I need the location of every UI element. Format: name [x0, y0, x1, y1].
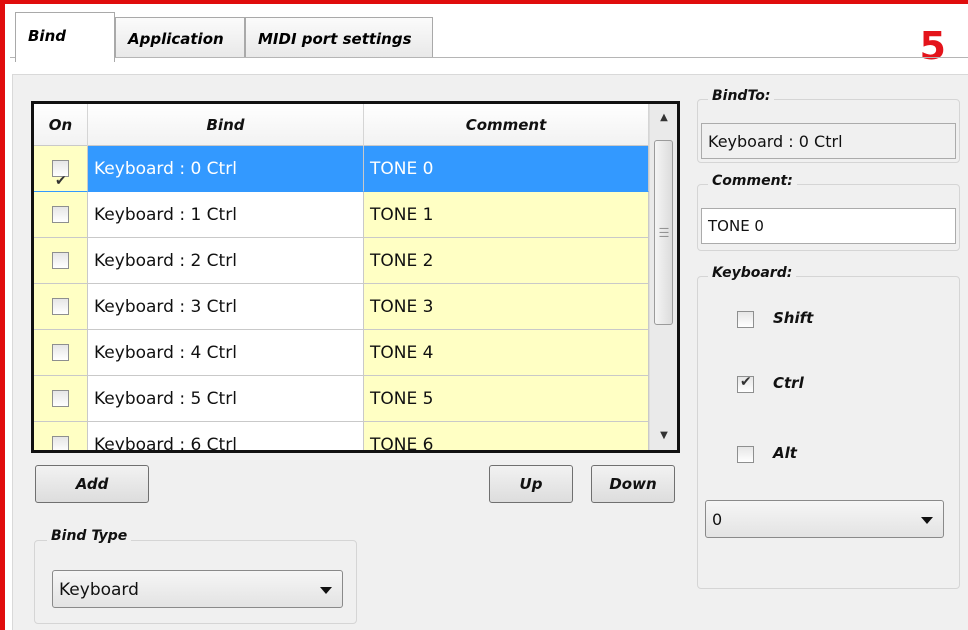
- on-cell: [34, 284, 88, 330]
- enabled-checkbox[interactable]: [52, 436, 69, 450]
- on-cell: [34, 192, 88, 238]
- comment-cell[interactable]: TONE 6: [364, 422, 649, 450]
- bind-cell: Keyboard : 4 Ctrl: [88, 330, 364, 376]
- bind-cell: Keyboard : 2 Ctrl: [88, 238, 364, 284]
- highlight-frame-left: [0, 0, 5, 630]
- bind-grid[interactable]: On Bind Comment Keyboard : 0 Ctrl TONE 0…: [31, 101, 680, 453]
- bind-type-select[interactable]: Keyboard: [52, 570, 343, 608]
- bind-cell: Keyboard : 0 Ctrl: [88, 146, 364, 192]
- table-row[interactable]: Keyboard : 1 Ctrl TONE 1: [34, 192, 649, 238]
- grid-vertical-scrollbar[interactable]: ▲ — — — ▼: [649, 104, 677, 450]
- table-row[interactable]: Keyboard : 3 Ctrl TONE 3: [34, 284, 649, 330]
- scrollbar-thumb[interactable]: — — —: [654, 140, 673, 325]
- table-row[interactable]: Keyboard : 2 Ctrl TONE 2: [34, 238, 649, 284]
- on-cell: [34, 422, 88, 450]
- up-button[interactable]: Up: [489, 465, 573, 503]
- on-cell: [34, 376, 88, 422]
- comment-cell[interactable]: TONE 1: [364, 192, 649, 238]
- comment-cell[interactable]: TONE 2: [364, 238, 649, 284]
- comment-cell[interactable]: TONE 3: [364, 284, 649, 330]
- alt-label: Alt: [773, 444, 797, 462]
- column-header-on[interactable]: On: [34, 104, 88, 146]
- tab-strip-divider: [10, 57, 968, 58]
- on-cell: [34, 238, 88, 284]
- enabled-checkbox[interactable]: [52, 158, 69, 191]
- keyboard-label: Keyboard:: [708, 265, 797, 281]
- comment-cell[interactable]: TONE 0: [364, 146, 649, 192]
- ctrl-label: Ctrl: [773, 374, 804, 392]
- comment-cell[interactable]: TONE 4: [364, 330, 649, 376]
- step-marker: 5: [919, 24, 946, 68]
- bind-cell: Keyboard : 6 Ctrl: [88, 422, 364, 450]
- key-select[interactable]: 0: [705, 500, 944, 538]
- enabled-checkbox[interactable]: [52, 390, 69, 407]
- down-button[interactable]: Down: [591, 465, 675, 503]
- add-button[interactable]: Add: [35, 465, 149, 503]
- bind-cell: Keyboard : 1 Ctrl: [88, 192, 364, 238]
- bind-to-label: BindTo:: [708, 88, 775, 104]
- tab-bind[interactable]: Bind: [15, 12, 115, 62]
- shift-label: Shift: [773, 309, 814, 327]
- shift-checkbox[interactable]: [737, 311, 754, 328]
- chevron-down-icon: [320, 587, 332, 594]
- chevron-down-icon: [921, 517, 933, 524]
- highlight-frame-top: [0, 0, 968, 4]
- scroll-down-arrow-icon[interactable]: ▼: [650, 422, 677, 450]
- comment-label: Comment:: [708, 173, 797, 189]
- alt-checkbox[interactable]: [737, 446, 754, 463]
- enabled-checkbox[interactable]: [52, 206, 69, 223]
- table-row[interactable]: Keyboard : 6 Ctrl TONE 6: [34, 422, 649, 450]
- grid-header: On Bind Comment: [34, 104, 649, 146]
- tab-application[interactable]: Application: [115, 17, 245, 58]
- ctrl-checkbox[interactable]: [737, 374, 754, 393]
- column-header-comment[interactable]: Comment: [364, 104, 649, 146]
- bind-to-field: Keyboard : 0 Ctrl: [701, 123, 956, 159]
- bind-type-label: Bind Type: [47, 528, 132, 544]
- bind-cell: Keyboard : 5 Ctrl: [88, 376, 364, 422]
- grip-icon: — — —: [659, 223, 669, 242]
- enabled-checkbox[interactable]: [52, 344, 69, 361]
- on-cell: [34, 146, 88, 192]
- bind-type-value: Keyboard: [59, 580, 139, 600]
- enabled-checkbox[interactable]: [52, 252, 69, 269]
- table-row[interactable]: Keyboard : 0 Ctrl TONE 0: [34, 146, 649, 192]
- bind-cell: Keyboard : 3 Ctrl: [88, 284, 364, 330]
- tab-midi-port-settings[interactable]: MIDI port settings: [245, 17, 433, 58]
- comment-field[interactable]: TONE 0: [701, 208, 956, 244]
- on-cell: [34, 330, 88, 376]
- comment-cell[interactable]: TONE 5: [364, 376, 649, 422]
- table-row[interactable]: Keyboard : 4 Ctrl TONE 4: [34, 330, 649, 376]
- scroll-up-arrow-icon[interactable]: ▲: [650, 104, 677, 132]
- column-header-bind[interactable]: Bind: [88, 104, 364, 146]
- key-select-value: 0: [712, 510, 723, 529]
- table-row[interactable]: Keyboard : 5 Ctrl TONE 5: [34, 376, 649, 422]
- enabled-checkbox[interactable]: [52, 298, 69, 315]
